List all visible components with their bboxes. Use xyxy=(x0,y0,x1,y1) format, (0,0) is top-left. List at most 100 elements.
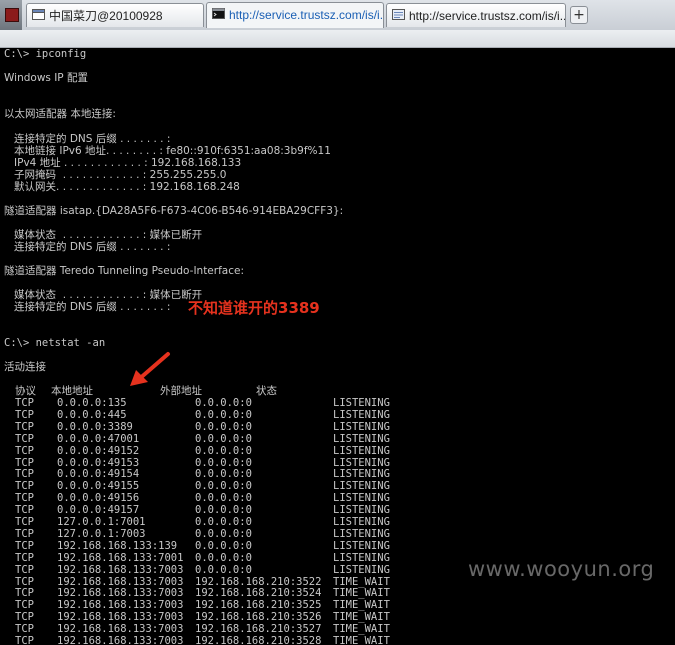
netstat-local-address: 192.168.168.133:7003 xyxy=(57,599,184,612)
netstat-state: LISTENING xyxy=(333,420,390,433)
netstat-foreign-address: 192.168.168.210:3522 xyxy=(195,575,322,588)
netstat-state: LISTENING xyxy=(333,563,390,576)
netstat-foreign-address: 0.0.0.0:0 xyxy=(195,468,252,481)
browser-tab-strip: 中国菜刀@20100928 http://service.trustsz.com… xyxy=(0,0,675,31)
netstat-foreign-address: 192.168.168.210:3528 xyxy=(195,635,322,645)
netstat-local-address: 192.168.168.133:7003 xyxy=(57,611,184,624)
netstat-local-address: 0.0.0.0:445 xyxy=(57,408,127,421)
console-icon xyxy=(212,8,225,19)
netstat-local-address: 0.0.0.0:49157 xyxy=(57,504,140,517)
netstat-proto: TCP xyxy=(15,397,34,409)
browser-toolbar xyxy=(0,30,675,48)
netstat-local-address: 0.0.0.0:49153 xyxy=(57,456,140,469)
netstat-foreign-address: 0.0.0.0:0 xyxy=(195,456,252,469)
console-line: Windows IP 配置 xyxy=(4,72,88,84)
netstat-local-address: 0.0.0.0:49152 xyxy=(57,444,140,457)
netstat-local-address: 127.0.0.1:7003 xyxy=(57,527,146,540)
netstat-state: TIME_WAIT xyxy=(333,635,390,645)
console-line: 子网掩码 . . . . . . . . . . . . : 255.255.2… xyxy=(4,169,227,181)
netstat-proto: TCP xyxy=(15,623,34,636)
netstat-state: LISTENING xyxy=(333,397,390,409)
netstat-local-address: 0.0.0.0:135 xyxy=(57,397,127,409)
tab-console-url[interactable]: http://service.trustsz.com/is/i... xyxy=(206,2,384,28)
netstat-state: TIME_WAIT xyxy=(333,611,390,624)
netstat-local-address: 192.168.168.133:7003 xyxy=(57,563,184,576)
netstat-proto: TCP xyxy=(15,551,34,564)
tab-page-url[interactable]: http://service.trustsz.com/is/i... xyxy=(386,3,566,27)
netstat-header-proto: 协议 xyxy=(15,385,36,397)
console-line: 媒体状态 . . . . . . . . . . . . : 媒体已断开 xyxy=(4,289,203,301)
netstat-proto: TCP xyxy=(15,432,34,445)
netstat-foreign-address: 0.0.0.0:0 xyxy=(195,492,252,505)
netstat-state: LISTENING xyxy=(333,444,390,457)
netstat-proto: TCP xyxy=(15,635,34,645)
console-line: C:\> ipconfig xyxy=(4,48,87,60)
netstat-local-address: 192.168.168.133:7003 xyxy=(57,635,184,645)
netstat-state: LISTENING xyxy=(333,539,390,552)
tab-label: http://service.trustsz.com/is/i... xyxy=(409,9,566,23)
window-icon xyxy=(32,9,45,20)
netstat-local-address: 192.168.168.133:139 xyxy=(57,539,178,552)
tab-label: 中国菜刀@20100928 xyxy=(49,9,163,23)
netstat-state: LISTENING xyxy=(333,516,390,528)
annotation-text: 不知道谁开的3389 xyxy=(188,299,320,317)
netstat-foreign-address: 0.0.0.0:0 xyxy=(195,420,252,433)
netstat-state: LISTENING xyxy=(333,456,390,469)
netstat-state: LISTENING xyxy=(333,432,390,445)
netstat-local-address: 0.0.0.0:49154 xyxy=(57,468,140,481)
console-line: 隧道适配器 isatap.{DA28A5F6-F673-4C06-B546-91… xyxy=(4,205,344,217)
app-menu-corner[interactable] xyxy=(0,0,22,30)
page-icon xyxy=(392,9,405,20)
netstat-state: LISTENING xyxy=(333,504,390,517)
netstat-foreign-address: 0.0.0.0:0 xyxy=(195,444,252,457)
command-console[interactable]: C:\> ipconfig Windows IP 配置 以太网适配器 本地连接:… xyxy=(0,48,675,645)
console-line: IPv4 地址 . . . . . . . . . . . . : 192.16… xyxy=(4,157,242,169)
netstat-local-address: 0.0.0.0:47001 xyxy=(57,432,140,445)
netstat-foreign-address: 192.168.168.210:3526 xyxy=(195,611,322,624)
netstat-proto: TCP xyxy=(15,516,34,528)
console-line: 连接特定的 DNS 后缀 . . . . . . . : xyxy=(4,241,171,253)
console-line: 默认网关. . . . . . . . . . . . . : 192.168.… xyxy=(4,181,240,193)
netstat-local-address: 192.168.168.133:7003 xyxy=(57,575,184,588)
new-tab-button[interactable]: + xyxy=(570,6,588,24)
netstat-foreign-address: 0.0.0.0:0 xyxy=(195,504,252,517)
tab-caidao[interactable]: 中国菜刀@20100928 xyxy=(26,3,204,27)
netstat-proto: TCP xyxy=(15,527,34,540)
netstat-local-address: 127.0.0.1:7001 xyxy=(57,516,146,528)
console-line: 活动连接 xyxy=(4,361,46,373)
netstat-local-address: 0.0.0.0:3389 xyxy=(57,420,133,433)
netstat-foreign-address: 0.0.0.0:0 xyxy=(195,563,252,576)
netstat-state: LISTENING xyxy=(333,492,390,505)
netstat-state: TIME_WAIT xyxy=(333,575,390,588)
netstat-local-address: 0.0.0.0:49156 xyxy=(57,492,140,505)
netstat-proto: TCP xyxy=(15,587,34,600)
netstat-proto: TCP xyxy=(15,420,34,433)
netstat-foreign-address: 0.0.0.0:0 xyxy=(195,551,252,564)
netstat-proto: TCP xyxy=(15,492,34,505)
netstat-local-address: 192.168.168.133:7001 xyxy=(57,551,184,564)
netstat-header-local: 本地地址 xyxy=(51,385,93,397)
netstat-proto: TCP xyxy=(15,599,34,612)
netstat-proto: TCP xyxy=(15,444,34,457)
console-line: 连接特定的 DNS 后缀 . . . . . . . : xyxy=(4,301,171,313)
netstat-proto: TCP xyxy=(15,504,34,517)
netstat-proto: TCP xyxy=(15,575,34,588)
console-line: 连接特定的 DNS 后缀 . . . . . . . : xyxy=(4,133,171,145)
netstat-proto: TCP xyxy=(15,468,34,481)
netstat-local-address: 192.168.168.133:7003 xyxy=(57,623,184,636)
netstat-foreign-address: 0.0.0.0:0 xyxy=(195,408,252,421)
netstat-proto: TCP xyxy=(15,611,34,624)
netstat-foreign-address: 192.168.168.210:3527 xyxy=(195,623,322,636)
watermark-text: www.wooyun.org xyxy=(468,557,655,581)
netstat-state: LISTENING xyxy=(333,468,390,481)
netstat-state: LISTENING xyxy=(333,480,390,493)
netstat-proto: TCP xyxy=(15,480,34,493)
netstat-state: TIME_WAIT xyxy=(333,599,390,612)
console-line: 媒体状态 . . . . . . . . . . . . : 媒体已断开 xyxy=(4,229,203,241)
console-line: 隧道适配器 Teredo Tunneling Pseudo-Interface: xyxy=(4,265,244,277)
netstat-state: TIME_WAIT xyxy=(333,587,390,600)
netstat-state: TIME_WAIT xyxy=(333,623,390,636)
netstat-local-address: 0.0.0.0:49155 xyxy=(57,480,140,493)
netstat-foreign-address: 0.0.0.0:0 xyxy=(195,432,252,445)
netstat-foreign-address: 192.168.168.210:3524 xyxy=(195,587,322,600)
